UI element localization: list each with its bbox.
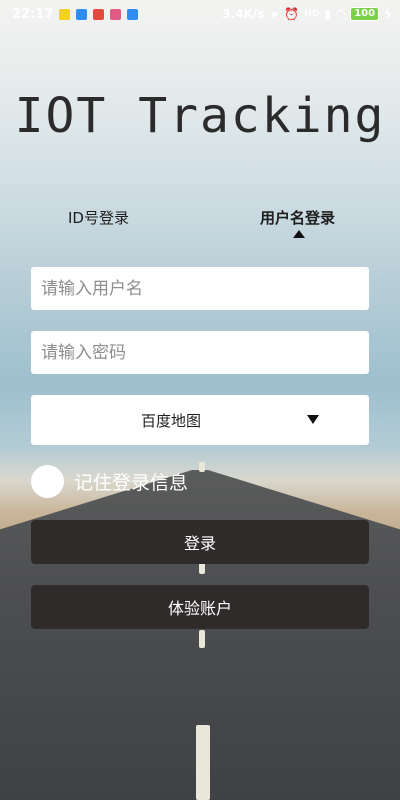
notification-icon — [110, 8, 122, 20]
map-select[interactable]: 百度地图 — [31, 395, 369, 445]
wifi-icon: ◠ — [335, 7, 346, 21]
app-title: IOT Tracking — [14, 88, 386, 144]
charging-icon: ϟ — [384, 7, 392, 21]
road-marking — [196, 725, 210, 800]
notification-icon — [127, 8, 139, 20]
remember-radio[interactable] — [31, 465, 64, 498]
active-tab-indicator-icon — [293, 230, 305, 238]
location-icon: ➤ — [269, 7, 280, 21]
notification-icon — [93, 8, 105, 20]
tab-username-login[interactable]: 用户名登录 — [260, 207, 335, 228]
password-input[interactable] — [31, 331, 369, 374]
status-bar: 22:17 3.4K/s ➤ ⏰ HD ▮ ◠ 100 ϟ — [0, 0, 400, 28]
remember-login-toggle[interactable]: 记住登录信息 — [31, 465, 188, 498]
battery-icon: 100 — [350, 7, 380, 21]
road-marking — [199, 462, 205, 472]
remember-label: 记住登录信息 — [74, 472, 189, 494]
signal-icon: ▮ — [324, 7, 331, 21]
username-input[interactable] — [31, 267, 369, 310]
status-time: 22:17 — [12, 6, 54, 22]
road-marking — [199, 630, 205, 648]
tab-id-login[interactable]: ID号登录 — [68, 207, 129, 228]
login-button[interactable]: 登录 — [31, 520, 369, 564]
map-select-value: 百度地图 — [140, 411, 201, 430]
alarm-icon: ⏰ — [284, 7, 300, 21]
dropdown-arrow-icon — [307, 415, 319, 424]
network-speed: 3.4K/s — [222, 7, 265, 21]
network-type: HD — [304, 9, 320, 19]
demo-account-button[interactable]: 体验账户 — [31, 585, 369, 629]
notification-icon — [59, 8, 71, 20]
notification-icon — [76, 8, 88, 20]
